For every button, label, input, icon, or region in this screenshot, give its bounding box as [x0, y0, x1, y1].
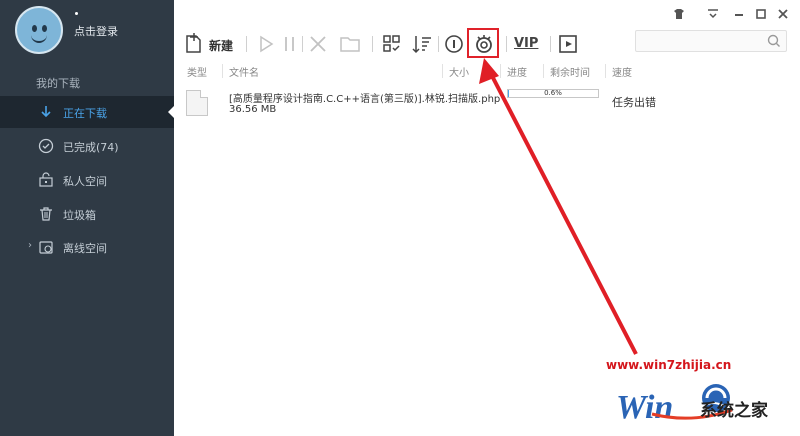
speed-limit-icon[interactable] [442, 32, 466, 56]
task-filename: [高质量程序设计指南.C.C++语言(第三版)].林锐.扫描版.php [229, 94, 501, 105]
download-arrow-icon [41, 106, 51, 118]
sidebar-item-label: 垃圾箱 [63, 209, 96, 222]
toolbar-divider [506, 36, 507, 52]
settings-highlight-box [467, 28, 499, 58]
sidebar-item-trash[interactable]: 垃圾箱 [0, 198, 174, 230]
toolbar-divider [246, 36, 247, 52]
task-progress-label: 0.6% [544, 89, 562, 97]
task-status: 任务出错 [612, 96, 656, 109]
maximize-icon[interactable] [754, 8, 768, 22]
sidebar-item-label: 正在下载 [63, 107, 107, 120]
sidebar-item-completed[interactable]: 已完成(74) [0, 130, 174, 162]
new-button[interactable]: 新建 [209, 37, 233, 54]
check-circle-icon [38, 138, 54, 154]
menu-icon[interactable] [706, 8, 720, 22]
sidebar: 点击登录 我的下载 正在下载 已完成(74) 私人空间 垃圾箱 › 离线空间 [0, 0, 174, 436]
toolbar-divider [550, 36, 551, 52]
new-icon[interactable] [182, 32, 206, 56]
column-divider [222, 64, 223, 78]
svg-text:Win: Win [616, 389, 673, 426]
media-play-icon[interactable] [556, 32, 580, 56]
delete-icon[interactable] [306, 32, 330, 56]
search-input[interactable] [635, 30, 787, 52]
sidebar-item-label: 私人空间 [63, 175, 107, 188]
close-icon[interactable] [776, 8, 790, 22]
sidebar-item-offline-space[interactable]: › 离线空间 [0, 231, 174, 263]
column-divider [500, 64, 501, 78]
skin-icon[interactable] [672, 8, 686, 22]
minimize-icon[interactable] [732, 8, 746, 22]
chevron-right-icon[interactable]: › [28, 240, 32, 251]
login-link[interactable]: 点击登录 [74, 23, 118, 39]
toolbar-divider [302, 36, 303, 52]
sort-icon[interactable] [410, 32, 434, 56]
active-indicator [168, 106, 174, 118]
cloud-folder-icon [39, 241, 53, 254]
sidebar-item-downloading[interactable]: 正在下载 [0, 96, 174, 128]
watermark-site-name: 系统之家 [700, 401, 768, 421]
toolbar-divider [438, 36, 439, 52]
profile-area[interactable]: 点击登录 [0, 0, 174, 62]
column-header-remaining[interactable]: 剩余时间 [550, 64, 590, 80]
column-header-speed[interactable]: 速度 [612, 64, 632, 80]
avatar[interactable] [15, 6, 63, 54]
column-header-type[interactable]: 类型 [187, 64, 207, 80]
pause-icon[interactable] [278, 32, 302, 56]
sidebar-item-private-space[interactable]: 私人空间 [0, 164, 174, 196]
column-header-progress[interactable]: 进度 [507, 64, 527, 80]
column-divider [543, 64, 544, 78]
trash-icon [40, 207, 52, 221]
column-divider [605, 64, 606, 78]
vip-button[interactable]: VIP [514, 36, 538, 51]
column-divider [442, 64, 443, 78]
section-title-my-downloads: 我的下载 [36, 77, 80, 90]
task-progress-bar: 0.6% [507, 89, 599, 98]
column-header-size[interactable]: 大小 [449, 64, 469, 80]
sidebar-item-label: 离线空间 [63, 242, 107, 255]
toolbar-divider [372, 36, 373, 52]
file-type-icon [186, 90, 208, 116]
lock-box-icon [39, 172, 53, 187]
column-header-filename[interactable]: 文件名 [229, 64, 259, 80]
online-dot [75, 12, 78, 15]
grid-icon[interactable] [380, 32, 404, 56]
folder-icon[interactable] [338, 32, 362, 56]
task-size: 36.56 MB [229, 104, 277, 115]
sidebar-item-label: 已完成(74) [63, 141, 119, 154]
play-icon[interactable] [254, 32, 278, 56]
search-icon[interactable] [767, 34, 781, 48]
watermark-url: www.win7zhijia.cn [606, 358, 732, 372]
